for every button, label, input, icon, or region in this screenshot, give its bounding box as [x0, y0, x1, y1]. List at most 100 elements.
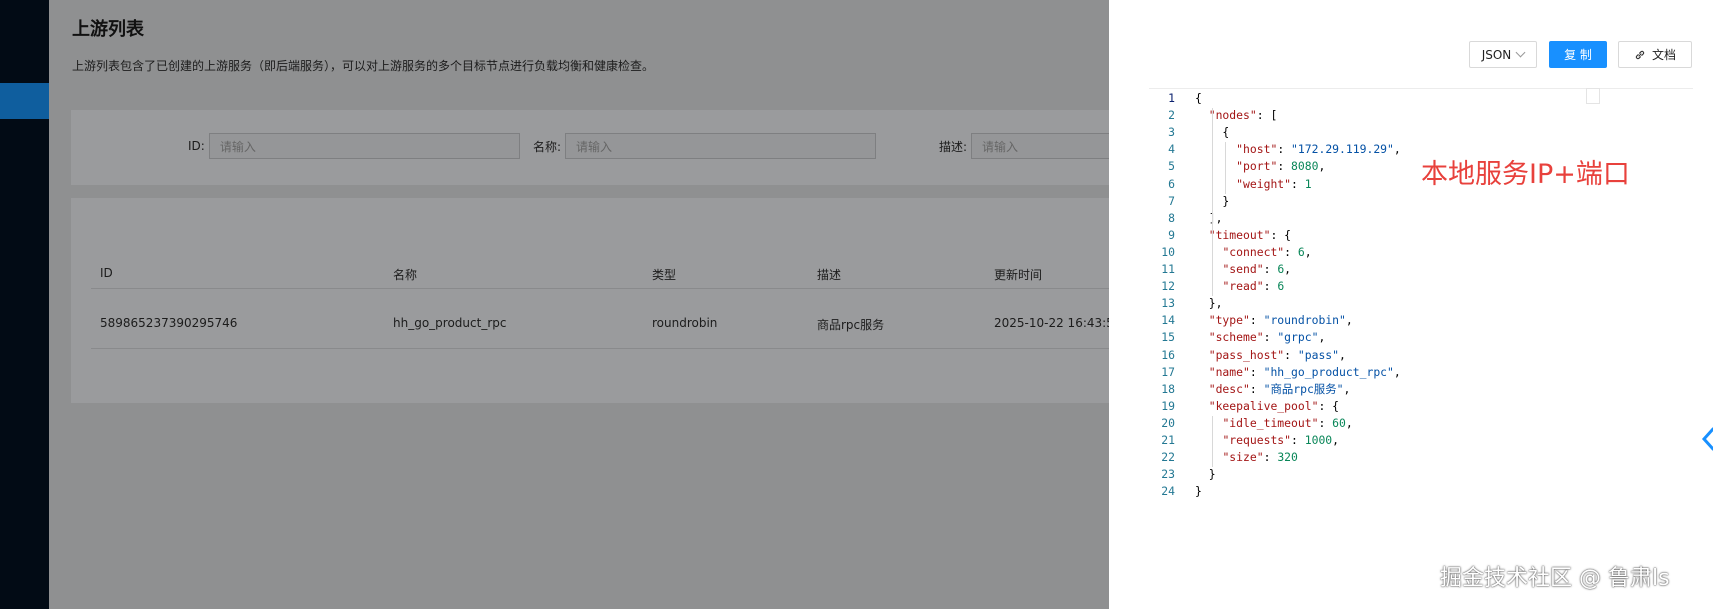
column-header-desc[interactable]: 描述	[817, 266, 841, 283]
code-text: "keepalive_pool": {	[1208, 398, 1340, 413]
code-text: "requests": 1000,	[1222, 433, 1340, 447]
code-line: 2 "nodes": [	[1149, 107, 1689, 124]
filter-name: 名称: 请输入	[533, 132, 877, 160]
filter-id-label: ID:	[188, 139, 205, 153]
indent-guide	[1211, 108, 1213, 245]
doc-button[interactable]: 文档	[1618, 41, 1692, 68]
line-number: 18	[1161, 381, 1175, 396]
cell-id: 589865237390295746	[100, 316, 238, 330]
code-line: 18 "desc": "商品rpc服务",	[1149, 381, 1689, 398]
line-number: 21	[1161, 433, 1175, 447]
line-number: 5	[1168, 159, 1175, 174]
doc-button-label: 文档	[1651, 48, 1676, 62]
line-number: 24	[1161, 484, 1175, 499]
name-input[interactable]: 请输入	[565, 133, 877, 159]
line-number: 11	[1161, 262, 1175, 276]
line-number: 17	[1161, 364, 1175, 379]
side-navigation	[0, 0, 49, 609]
filter-id: ID: 请输入	[188, 132, 520, 160]
nav-active-item[interactable]	[0, 83, 49, 119]
code-line: 13 },	[1149, 295, 1689, 312]
code-line: 17 "name": "hh_go_product_rpc",	[1149, 364, 1689, 381]
id-input[interactable]: 请输入	[208, 133, 520, 159]
format-select[interactable]: JSON	[1469, 41, 1537, 68]
line-number: 19	[1161, 398, 1175, 413]
line-number: 15	[1161, 330, 1175, 345]
annotation-text: 本地服务IP+端口	[1421, 159, 1630, 190]
editor-minimap-box	[1586, 88, 1600, 104]
drawer-edge-arrow-icon[interactable]	[1701, 425, 1713, 453]
line-number: 2	[1168, 108, 1175, 123]
row-divider	[91, 348, 1111, 349]
code-line: 15 "scheme": "grpc",	[1149, 329, 1689, 346]
chevron-down-icon	[1515, 47, 1526, 58]
line-number: 4	[1168, 142, 1175, 157]
code-text: }	[1195, 484, 1202, 499]
line-number: 14	[1161, 313, 1175, 328]
main-content: 上游列表 上游列表包含了已创建的上游服务（即后端服务），可以对上游服务的多个目标…	[49, 0, 1121, 609]
column-header-type[interactable]: 类型	[652, 266, 676, 283]
desc-input[interactable]: 请输入	[971, 133, 1112, 159]
format-select-value: JSON	[1481, 47, 1512, 62]
code-text: ],	[1195, 210, 1223, 225]
code-line: 12 "read": 6	[1149, 278, 1689, 295]
filter-name-label: 名称:	[533, 139, 562, 154]
line-number: 8	[1168, 210, 1175, 225]
line-number: 16	[1161, 347, 1175, 362]
code-line: 3 {	[1149, 124, 1689, 141]
code-text: "send": 6,	[1222, 262, 1292, 276]
cell-name: hh_go_product_rpc	[393, 316, 507, 330]
watermark-text: 掘金技术社区 @ 鲁肃ls	[1440, 566, 1670, 591]
code-text: "scheme": "grpc",	[1208, 330, 1326, 345]
line-number: 10	[1161, 244, 1175, 259]
column-header-id[interactable]: ID	[100, 266, 113, 280]
cell-desc: 商品rpc服务	[817, 318, 885, 332]
line-number: 3	[1168, 125, 1175, 140]
code-line: 21 "requests": 1000,	[1149, 432, 1689, 449]
copy-button[interactable]: 复 制	[1549, 41, 1607, 68]
filter-panel: ID: 请输入 名称: 请输入 描述: 请输入	[71, 110, 1112, 185]
column-header-name[interactable]: 名称	[393, 266, 417, 283]
column-header-updated[interactable]: 更新时间	[994, 266, 1042, 283]
code-line: 24}	[1149, 483, 1689, 500]
code-line: 1{	[1149, 90, 1689, 107]
indent-guide	[1211, 415, 1213, 468]
line-number: 7	[1168, 193, 1175, 208]
page-title: 上游列表	[72, 19, 144, 40]
code-text: "idle_timeout": 60,	[1222, 415, 1353, 430]
code-line: 16 "pass_host": "pass",	[1149, 347, 1689, 364]
line-number: 22	[1161, 450, 1175, 465]
header-divider	[91, 288, 1111, 289]
code-text: {	[1195, 91, 1202, 105]
line-number: 20	[1161, 415, 1175, 430]
line-number: 23	[1161, 467, 1175, 482]
json-editor[interactable]: 1{2 "nodes": [3 {4 "host": "172.29.119.2…	[1149, 88, 1693, 499]
filter-desc: 描述: 请输入	[939, 132, 1112, 160]
code-line: 19 "keepalive_pool": {	[1149, 398, 1689, 415]
code-text: "nodes": [	[1208, 108, 1278, 123]
code-line: 10 "connect": 6,	[1149, 244, 1689, 261]
code-text: "type": "roundrobin",	[1208, 313, 1353, 328]
line-number: 13	[1161, 296, 1175, 311]
code-line: 9 "timeout": {	[1149, 227, 1689, 244]
indent-guide	[1211, 244, 1213, 297]
code-line: 11 "send": 6,	[1149, 261, 1689, 278]
code-text: "read": 6	[1222, 279, 1285, 294]
indent-guide	[1225, 142, 1226, 194]
code-text: "port": 8080,	[1236, 159, 1326, 174]
code-text: "name": "hh_go_product_rpc",	[1208, 364, 1401, 379]
code-text: }	[1195, 467, 1216, 482]
line-number: 12	[1161, 279, 1175, 294]
line-number: 1	[1168, 91, 1175, 105]
line-number: 6	[1168, 176, 1175, 191]
page-description: 上游列表包含了已创建的上游服务（即后端服务），可以对上游服务的多个目标节点进行负…	[72, 59, 655, 73]
code-text: "timeout": {	[1208, 227, 1292, 242]
config-drawer: JSON 复 制 文档 1{2 "nodes": [3 {4 "host": "…	[1109, 0, 1713, 609]
code-line: 7 }	[1149, 193, 1689, 210]
code-line: 23 }	[1149, 466, 1689, 483]
cell-updated: 2025-10-22 16:43:56	[994, 316, 1122, 330]
code-text: "size": 320	[1222, 450, 1298, 465]
upstream-table: ID 名称 类型 描述 更新时间 589865237390295746 hh_g…	[71, 198, 1121, 403]
cell-type: roundrobin	[652, 316, 718, 330]
code-line: 22 "size": 320	[1149, 449, 1689, 466]
